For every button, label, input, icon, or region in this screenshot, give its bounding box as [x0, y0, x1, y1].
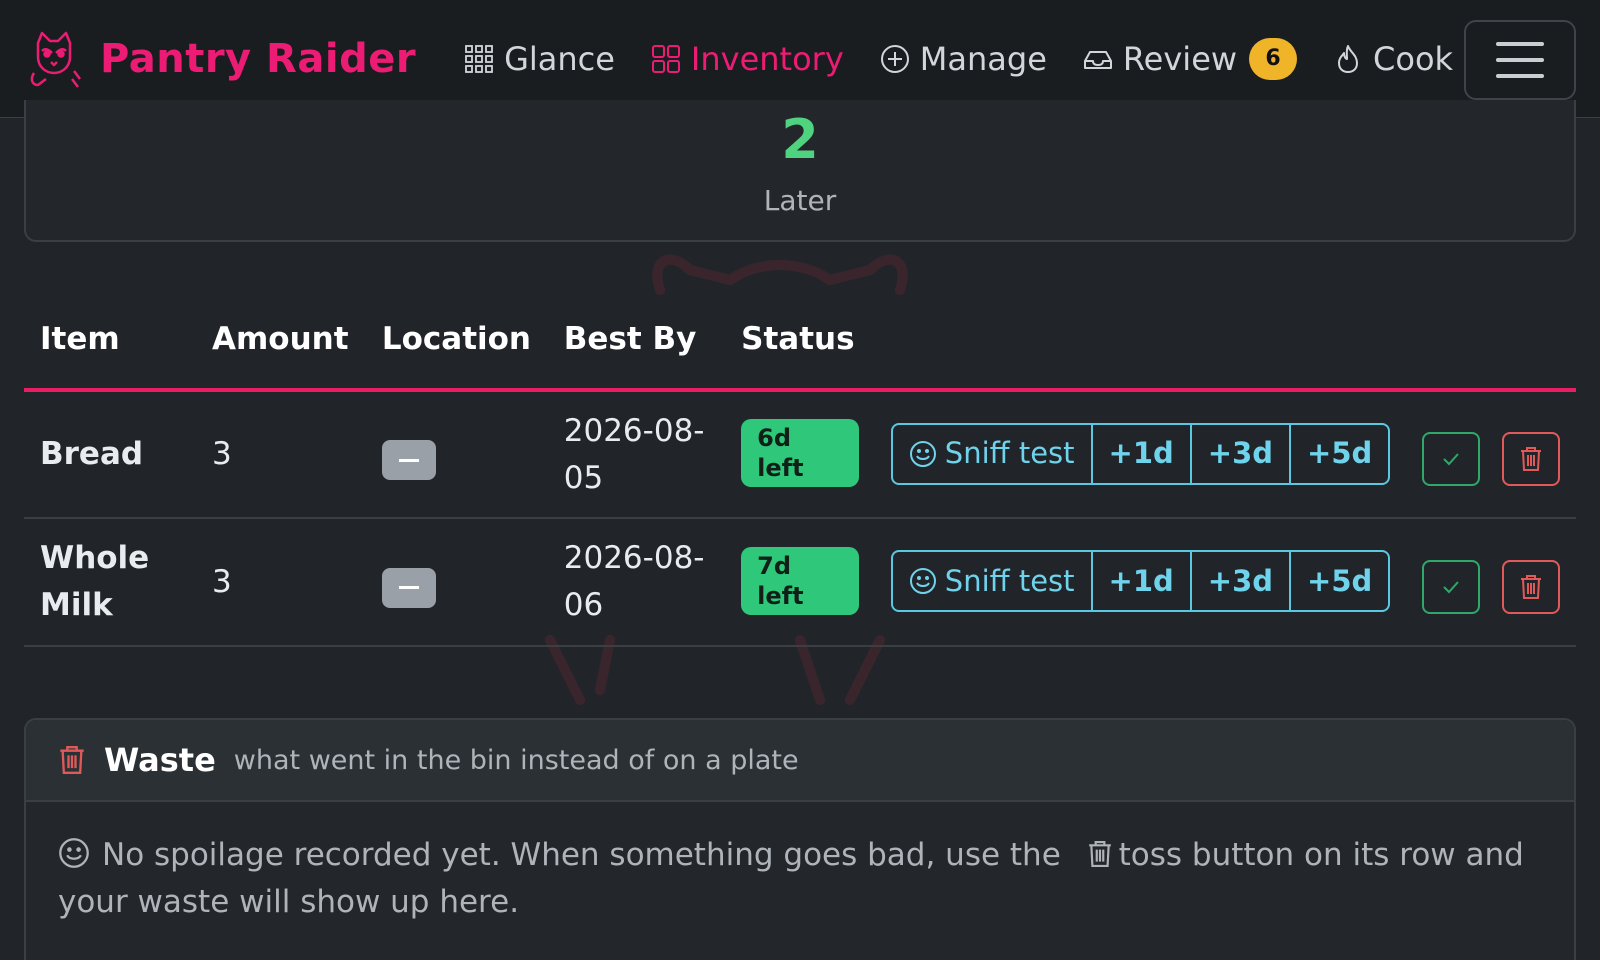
freshness-button-group: Sniff test +1d +3d +5d [890, 550, 1391, 613]
sniff-test-button[interactable]: Sniff test [893, 424, 1093, 483]
hamburger-line [1496, 74, 1544, 78]
waste-card: Waste what went in the bin instead of on… [24, 718, 1576, 960]
inventory-table: Item Amount Location Best By Status Brea… [24, 290, 1576, 647]
nav-inventory-label: Inventory [690, 39, 844, 78]
inbox-icon [1083, 50, 1112, 69]
col-best-by[interactable]: Best By [547, 290, 726, 392]
item-name: Bread [24, 390, 196, 519]
nav-manage[interactable]: Manage [880, 40, 1047, 78]
smile-icon [909, 440, 936, 467]
item-best-by: 2026-08-05 [547, 390, 726, 519]
review-count-badge: 6 [1249, 37, 1298, 80]
trash-icon [60, 746, 84, 774]
extend-5d-button[interactable]: +5d [1291, 552, 1388, 610]
extend-5d-button[interactable]: +5d [1291, 425, 1388, 483]
nav-review[interactable]: Review 6 [1083, 37, 1298, 80]
plus-circle-icon [880, 44, 909, 73]
location-dash [398, 458, 419, 462]
item-best-by: 2026-08-06 [547, 518, 726, 647]
nav-cook[interactable]: Cook [1333, 40, 1453, 78]
waste-empty-message: No spoilage recorded yet. When something… [26, 802, 1574, 956]
item-status: 6d left [725, 390, 875, 519]
freshness-button-group: Sniff test +1d +3d +5d [890, 422, 1391, 485]
sniff-test-label: Sniff test [944, 563, 1075, 598]
waste-subtitle: what went in the bin instead of on a pla… [233, 744, 799, 776]
nav-cook-label: Cook [1373, 39, 1454, 78]
status-badge: 6d left [741, 419, 859, 487]
status-badge: 7d left [741, 546, 859, 615]
hamburger-line [1496, 42, 1544, 46]
extend-3d-button[interactable]: +3d [1192, 552, 1292, 611]
item-amount: 3 [195, 390, 366, 519]
item-location [365, 390, 548, 519]
nav-glance-label: Glance [504, 39, 615, 78]
later-label: Later [763, 184, 837, 217]
item-name: Whole Milk [24, 518, 196, 647]
consume-button[interactable] [1422, 432, 1481, 487]
location-dash [398, 586, 419, 590]
hamburger-line [1496, 58, 1544, 62]
table-row: Whole Milk 3 2026-08-06 7d left Sniff te… [24, 518, 1576, 647]
waste-empty-text-start: No spoilage recorded yet. When something… [102, 837, 1061, 873]
item-amount: 3 [195, 518, 366, 647]
item-location [365, 518, 548, 647]
location-badge [381, 440, 436, 481]
location-badge [381, 567, 436, 608]
check-icon [1443, 453, 1459, 466]
brand-link[interactable]: Pantry Raider [24, 29, 416, 89]
brand-name: Pantry Raider [100, 35, 417, 82]
trash-icon [1088, 841, 1111, 867]
sniff-test-label: Sniff test [944, 436, 1075, 471]
nav-glance[interactable]: Glance [464, 40, 615, 78]
extend-1d-button[interactable]: +1d [1093, 552, 1192, 611]
check-icon [1443, 581, 1459, 594]
toss-button[interactable] [1502, 432, 1560, 487]
extend-3d-button[interactable]: +3d [1192, 424, 1292, 483]
sniff-test-button[interactable]: Sniff test [893, 552, 1093, 611]
nav-manage-label: Manage [919, 39, 1047, 78]
later-count: 2 [781, 108, 819, 171]
table-row: Bread 3 2026-08-05 6d left Sniff test +1… [24, 390, 1576, 519]
item-status: 7d left [725, 518, 875, 647]
waste-card-header: Waste what went in the bin instead of on… [26, 720, 1574, 802]
toss-button[interactable] [1502, 559, 1560, 614]
smile-icon [909, 568, 936, 595]
item-actions: Sniff test +1d +3d +5d [874, 390, 1576, 519]
col-amount[interactable]: Amount [195, 290, 366, 392]
item-actions: Sniff test +1d +3d +5d [874, 518, 1576, 647]
extend-1d-button[interactable]: +1d [1093, 424, 1192, 483]
nav-inventory[interactable]: Inventory [651, 40, 844, 78]
waste-title: Waste [104, 741, 216, 779]
col-location[interactable]: Location [365, 290, 548, 392]
col-status[interactable]: Status [725, 290, 875, 392]
grid-icon [465, 44, 493, 73]
nav-review-label: Review [1122, 39, 1238, 78]
consume-button[interactable] [1422, 559, 1481, 614]
trash-icon [1521, 574, 1541, 599]
smile-icon [59, 838, 89, 868]
raccoon-logo-icon [30, 31, 81, 88]
col-item[interactable]: Item [24, 290, 196, 392]
menu-toggle-button[interactable] [1464, 20, 1576, 100]
fire-icon [1338, 44, 1359, 73]
table-header-row: Item Amount Location Best By Status [24, 290, 1576, 392]
trash-icon [1521, 447, 1541, 472]
col-actions [874, 290, 1576, 392]
apps-icon [651, 44, 680, 73]
